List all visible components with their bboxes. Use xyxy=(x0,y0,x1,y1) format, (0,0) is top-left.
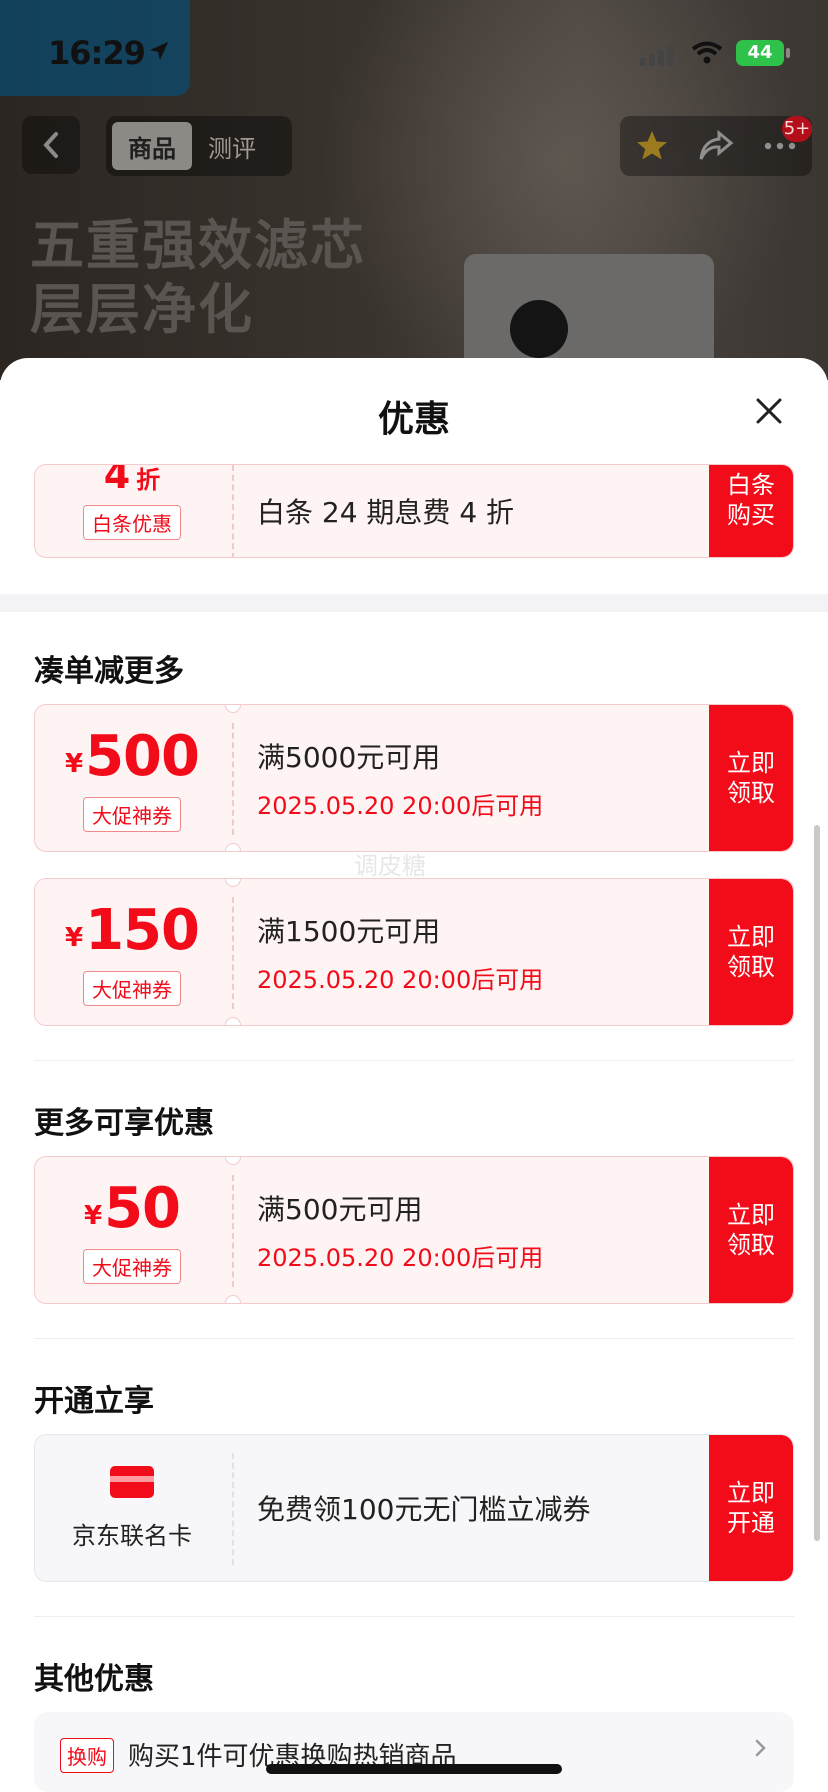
coupon-date: 2025.05.20 20:00后可用 xyxy=(257,791,544,820)
signal-icon xyxy=(640,46,673,66)
baitiao-coupon: 4折 白条优惠 白条 24 期息费 4 折 白条 购买 xyxy=(34,464,794,558)
coupon-tag: 白条优惠 xyxy=(83,504,181,540)
coupon-value: 500 xyxy=(85,724,200,789)
device-screen xyxy=(510,300,568,358)
currency-symbol: ¥ xyxy=(83,1201,103,1231)
open-card-button[interactable]: 立即 开通 xyxy=(709,1435,793,1581)
coupon-left: ¥ 500 大促神券 xyxy=(35,705,229,851)
coupon-value: 150 xyxy=(85,898,200,963)
discount-value: 4 xyxy=(103,464,131,497)
coupon-date: 2025.05.20 20:00后可用 xyxy=(257,1243,544,1272)
cta-line-2: 领取 xyxy=(727,1231,775,1259)
coupon-date: 2025.05.20 20:00后可用 xyxy=(257,965,544,994)
scrollbar[interactable] xyxy=(814,825,820,1541)
cta-line-1: 立即 xyxy=(727,1201,775,1229)
battery-indicator: 44 xyxy=(736,40,790,66)
cta-line-2: 领取 xyxy=(727,953,775,981)
coupon-condition: 满5000元可用 xyxy=(257,740,441,774)
coupon-tag: 大促神券 xyxy=(83,1249,181,1284)
product-tabs: 商品 测评 xyxy=(106,116,292,176)
close-button[interactable] xyxy=(748,390,790,432)
section-divider xyxy=(34,1060,794,1061)
message-badge: 5+ xyxy=(782,116,812,142)
cta-line-2: 购买 xyxy=(727,501,775,529)
section-divider xyxy=(0,594,828,612)
coupon-tag: 大促神券 xyxy=(83,971,181,1006)
cta-line-2: 领取 xyxy=(727,779,775,807)
coupon-notch xyxy=(225,843,241,851)
hero-line-1: 五重强效滤芯 xyxy=(30,214,366,277)
currency-symbol: ¥ xyxy=(65,923,84,953)
section-divider xyxy=(34,1338,794,1339)
hero-line-2: 层层净化 xyxy=(30,278,254,341)
coupon-divider xyxy=(232,723,234,835)
trade-in-offer-row[interactable]: 换购 购买1件可优惠换购热销商品 xyxy=(34,1712,794,1792)
tab-product[interactable]: 商品 xyxy=(112,122,192,170)
chevron-right-icon xyxy=(755,1739,766,1757)
coupon-tag: 大促神券 xyxy=(83,797,181,832)
share-icon[interactable] xyxy=(697,129,735,163)
section-title-open-now: 开通立享 xyxy=(34,1384,154,1419)
coupon-divider xyxy=(232,1453,234,1565)
section-title-more-off: 凑单减更多 xyxy=(34,654,184,689)
coupon-notch xyxy=(225,1017,241,1025)
sheet-title: 优惠 xyxy=(377,399,450,440)
coupon-description: 白条 24 期息费 4 折 xyxy=(257,496,515,529)
coupon-amount: ¥ 150 xyxy=(65,898,200,963)
cta-line-1: 立即 xyxy=(727,1479,775,1507)
wifi-icon xyxy=(691,41,723,64)
back-button[interactable] xyxy=(22,116,80,174)
co-branded-card-offer: 京东联名卡 免费领100元无门槛立减券 立即 开通 xyxy=(34,1434,794,1582)
coupon-divider xyxy=(232,1175,234,1287)
credit-card-icon xyxy=(110,1465,154,1498)
swap-tag: 换购 xyxy=(60,1738,114,1773)
location-arrow-icon xyxy=(149,41,169,61)
coupon-value: 50 xyxy=(104,1176,181,1241)
card-name: 京东联名卡 xyxy=(72,1521,192,1550)
favorite-star-icon[interactable] xyxy=(634,128,670,164)
coupon-divider xyxy=(232,465,234,557)
cta-line-2: 开通 xyxy=(727,1509,775,1537)
offer-text: 免费领100元无门槛立减券 xyxy=(257,1493,591,1526)
baitiao-buy-button[interactable]: 白条 购买 xyxy=(709,465,793,557)
coupon-left: ¥ 150 大促神券 xyxy=(35,879,229,1025)
coupon-info: 满500元可用 2025.05.20 20:00后可用 xyxy=(257,1157,657,1303)
hero-caption: 五重强效滤芯 层层净化 xyxy=(30,214,366,342)
coupon-info: 满1500元可用 2025.05.20 20:00后可用 xyxy=(257,879,657,1025)
claim-button[interactable]: 立即 领取 xyxy=(709,1157,793,1303)
watermark: 调皮糖 xyxy=(354,852,426,880)
card-left: 京东联名卡 xyxy=(35,1435,229,1581)
coupon-card: ¥ 50 大促神券 满500元可用 2025.05.20 20:00后可用 立即… xyxy=(34,1156,794,1304)
coupon-notch xyxy=(225,1295,241,1303)
coupon-card: ¥ 500 大促神券 满5000元可用 2025.05.20 20:00后可用 … xyxy=(34,704,794,852)
coupon-info: 满5000元可用 2025.05.20 20:00后可用 xyxy=(257,705,657,851)
coupon-left: 4折 白条优惠 xyxy=(35,465,229,557)
close-icon xyxy=(756,398,782,424)
coupon-condition: 满500元可用 xyxy=(257,1192,423,1226)
cta-line-1: 白条 xyxy=(727,471,775,499)
claim-button[interactable]: 立即 领取 xyxy=(709,705,793,851)
currency-symbol: ¥ xyxy=(65,749,84,779)
discount-unit: 折 xyxy=(136,465,161,494)
section-title-more-benefits: 更多可享优惠 xyxy=(34,1106,214,1141)
coupon-discount: 4折 xyxy=(103,464,161,497)
section-title-other: 其他优惠 xyxy=(34,1662,154,1697)
battery-level: 44 xyxy=(747,42,773,63)
section-divider xyxy=(34,1616,794,1617)
coupon-amount: ¥ 500 xyxy=(65,724,200,789)
coupon-amount: ¥ 50 xyxy=(83,1176,181,1241)
chevron-left-icon xyxy=(43,132,58,158)
tab-review[interactable]: 测评 xyxy=(192,122,272,170)
coupon-divider xyxy=(232,897,234,1009)
coupon-card: ¥ 150 大促神券 满1500元可用 2025.05.20 20:00后可用 … xyxy=(34,878,794,1026)
home-indicator[interactable] xyxy=(266,1764,562,1774)
coupon-condition: 满1500元可用 xyxy=(257,914,441,948)
offer-info: 免费领100元无门槛立减券 xyxy=(257,1435,657,1581)
coupon-left: ¥ 50 大促神券 xyxy=(35,1157,229,1303)
cta-line-1: 立即 xyxy=(727,749,775,777)
cta-line-1: 立即 xyxy=(727,923,775,951)
status-time: 16:29 xyxy=(48,34,146,72)
claim-button[interactable]: 立即 领取 xyxy=(709,879,793,1025)
